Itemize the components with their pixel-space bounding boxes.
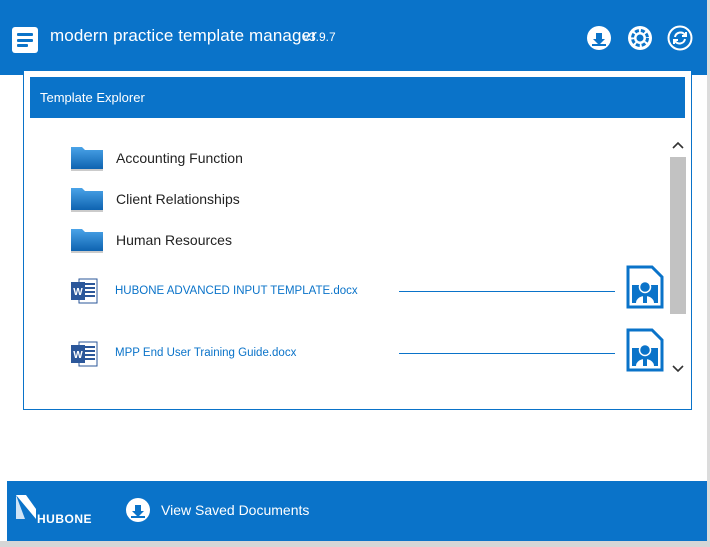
folder-row-accounting-function[interactable]: Accounting Function [24, 137, 674, 177]
folder-label: Accounting Function [116, 150, 243, 166]
document-row: W MPP End User Training Guide.docx [24, 328, 674, 379]
panel-title-bar: Template Explorer [30, 77, 685, 118]
scroll-down-icon[interactable] [669, 359, 687, 377]
scroll-up-icon[interactable] [669, 137, 687, 155]
folder-row-human-resources[interactable]: Human Resources [24, 219, 674, 259]
brand-logo: HubOne [15, 491, 107, 527]
document-action-icon[interactable] [624, 265, 664, 309]
refresh-icon[interactable] [667, 25, 693, 51]
document-connector-line [399, 353, 615, 354]
folder-icon [71, 229, 103, 253]
word-doc-icon: W [71, 278, 98, 304]
folder-icon [71, 147, 103, 171]
folder-icon [71, 188, 103, 212]
vertical-scrollbar[interactable] [669, 123, 687, 385]
window-edge-bottom [0, 541, 710, 547]
svg-text:W: W [73, 287, 83, 298]
view-saved-documents-label: View Saved Documents [161, 502, 310, 518]
download-icon [126, 498, 150, 522]
word-doc-icon: W [71, 341, 98, 367]
folder-row-client-relationships[interactable]: Client Relationships [24, 178, 674, 218]
document-connector-line [399, 291, 615, 292]
app-version: v3.9.7 [303, 30, 336, 44]
document-link[interactable]: MPP End User Training Guide.docx [115, 347, 296, 359]
document-action-icon[interactable] [624, 328, 664, 372]
folder-label: Human Resources [116, 232, 232, 248]
scroll-thumb[interactable] [670, 157, 686, 314]
app-footer: HubOne View Saved Documents [7, 481, 707, 541]
folder-label: Client Relationships [116, 191, 240, 207]
app-header: modern practice template manager v3.9.7 [0, 0, 707, 75]
menu-icon[interactable] [12, 27, 38, 53]
svg-text:W: W [73, 350, 83, 361]
document-link[interactable]: HUBONE ADVANCED INPUT TEMPLATE.docx [115, 285, 358, 297]
app-title: modern practice template manager [50, 26, 317, 45]
template-explorer-panel: Template Explorer Accounting Function Cl… [23, 70, 692, 410]
brand-name: HubOne [37, 512, 93, 526]
panel-title: Template Explorer [40, 90, 145, 105]
download-icon[interactable] [586, 25, 612, 51]
document-row: W HUBONE ADVANCED INPUT TEMPLATE.docx [24, 265, 674, 316]
settings-icon[interactable] [627, 25, 653, 51]
brand-mark-icon [16, 495, 36, 519]
app-window: modern practice template manager v3.9.7 [0, 0, 707, 545]
